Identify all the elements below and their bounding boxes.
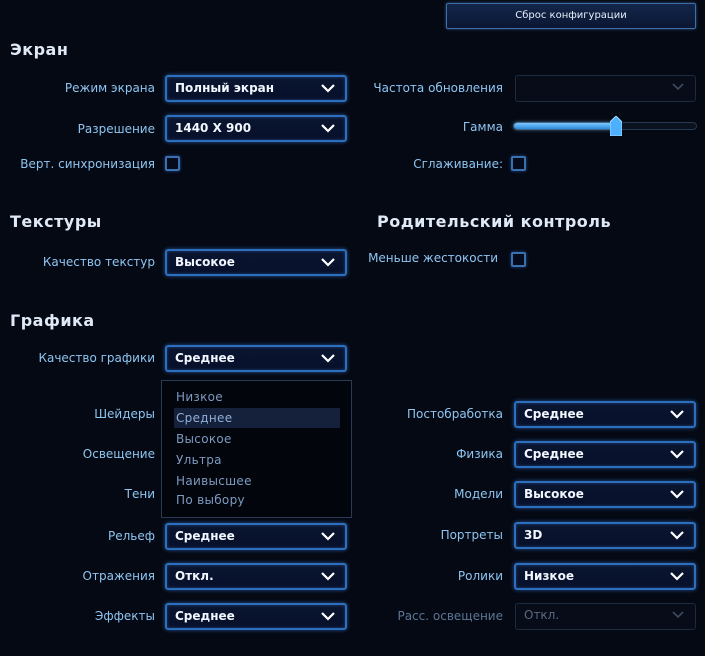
resolution-select[interactable]: 1440 X 900 xyxy=(165,115,347,142)
display-mode-label: Режим экрана xyxy=(64,81,155,95)
chevron-down-icon xyxy=(670,490,684,499)
texture-quality-label: Качество текстур xyxy=(42,255,155,269)
gamma-label: Гамма xyxy=(462,120,503,134)
resolution-label: Разрешение xyxy=(77,122,155,136)
chevron-down-icon xyxy=(321,572,335,581)
post-processing-label: Постобработка xyxy=(407,407,503,421)
models-label: Модели xyxy=(454,487,503,501)
chevron-down-icon xyxy=(672,611,684,619)
graphics-quality-dropdown[interactable]: Низкое Среднее Высокое Ультра Наивысшее … xyxy=(161,380,352,518)
shaders-label: Шейдеры xyxy=(94,407,155,421)
effects-label: Эффекты xyxy=(95,609,155,623)
physics-select[interactable]: Среднее xyxy=(514,441,696,468)
terrain-select[interactable]: Среднее xyxy=(165,523,347,550)
models-value: Высокое xyxy=(524,487,584,501)
gamma-slider[interactable] xyxy=(513,116,697,136)
chevron-down-icon xyxy=(670,531,684,540)
resolution-value: 1440 X 900 xyxy=(175,121,252,135)
lighting-label: Освещение xyxy=(82,447,155,461)
physics-value: Среднее xyxy=(524,447,584,461)
texture-quality-select[interactable]: Высокое xyxy=(165,249,347,276)
graphics-quality-label: Качество графики xyxy=(38,351,155,365)
graphics-quality-select[interactable]: Среднее xyxy=(165,345,347,372)
physics-label: Физика xyxy=(456,447,503,461)
section-title-textures: Текстуры xyxy=(10,212,102,231)
gamma-slider-fill xyxy=(514,123,616,129)
refresh-rate-select[interactable] xyxy=(515,75,696,102)
section-title-parental: Родительский контроль xyxy=(377,212,612,231)
less-violence-checkbox[interactable] xyxy=(511,252,526,267)
dropdown-option[interactable]: Среднее xyxy=(174,408,340,428)
chevron-down-icon xyxy=(321,84,335,93)
chevron-down-icon xyxy=(670,450,684,459)
gamma-slider-handle[interactable] xyxy=(610,116,622,136)
chevron-down-icon xyxy=(672,83,684,91)
less-violence-label: Меньше жестокости xyxy=(368,251,498,265)
indirect-lighting-select[interactable]: Откл. xyxy=(515,603,696,630)
portraits-select[interactable]: 3D xyxy=(514,522,696,549)
cinematics-value: Низкое xyxy=(524,569,574,583)
indirect-lighting-label: Расс. освещение xyxy=(397,609,503,623)
display-mode-value: Полный экран xyxy=(175,81,275,95)
portraits-value: 3D xyxy=(524,528,543,542)
refresh-rate-label: Частота обновления xyxy=(373,81,503,95)
cinematics-label: Ролики xyxy=(457,569,503,583)
effects-select[interactable]: Среднее xyxy=(165,603,347,630)
dropdown-option[interactable]: Ультра xyxy=(174,450,340,470)
graphics-quality-value: Среднее xyxy=(175,351,235,365)
reflections-select[interactable]: Откл. xyxy=(165,563,347,590)
texture-quality-value: Высокое xyxy=(175,255,235,269)
dropdown-option[interactable]: Наивысшее xyxy=(174,471,340,491)
effects-value: Среднее xyxy=(175,609,235,623)
chevron-down-icon xyxy=(321,124,335,133)
shadows-label: Тени xyxy=(124,487,155,501)
chevron-down-icon xyxy=(321,612,335,621)
post-processing-select[interactable]: Среднее xyxy=(514,401,696,428)
models-select[interactable]: Высокое xyxy=(514,481,696,508)
antialiasing-checkbox[interactable] xyxy=(511,156,526,171)
post-processing-value: Среднее xyxy=(524,407,584,421)
chevron-down-icon xyxy=(321,532,335,541)
portraits-label: Портреты xyxy=(440,528,503,542)
dropdown-option[interactable]: По выбору xyxy=(174,490,340,510)
chevron-down-icon xyxy=(321,354,335,363)
vsync-checkbox[interactable] xyxy=(165,156,180,171)
reflections-value: Откл. xyxy=(175,569,214,583)
chevron-down-icon xyxy=(670,572,684,581)
terrain-value: Среднее xyxy=(175,529,235,543)
terrain-label: Рельеф xyxy=(107,529,155,543)
chevron-down-icon xyxy=(670,410,684,419)
vsync-label: Верт. синхронизация xyxy=(20,157,155,171)
dropdown-option[interactable]: Высокое xyxy=(174,429,340,449)
section-title-screen: Экран xyxy=(10,40,69,59)
reset-config-button[interactable]: Сброс конфигурации xyxy=(446,3,696,29)
section-title-graphics: Графика xyxy=(10,311,95,330)
display-mode-select[interactable]: Полный экран xyxy=(165,75,347,102)
dropdown-option[interactable]: Низкое xyxy=(174,387,340,407)
cinematics-select[interactable]: Низкое xyxy=(514,563,696,590)
chevron-down-icon xyxy=(321,258,335,267)
antialiasing-label: Сглаживание: xyxy=(413,157,503,171)
reflections-label: Отражения xyxy=(82,569,155,583)
indirect-lighting-value: Откл. xyxy=(524,608,560,622)
